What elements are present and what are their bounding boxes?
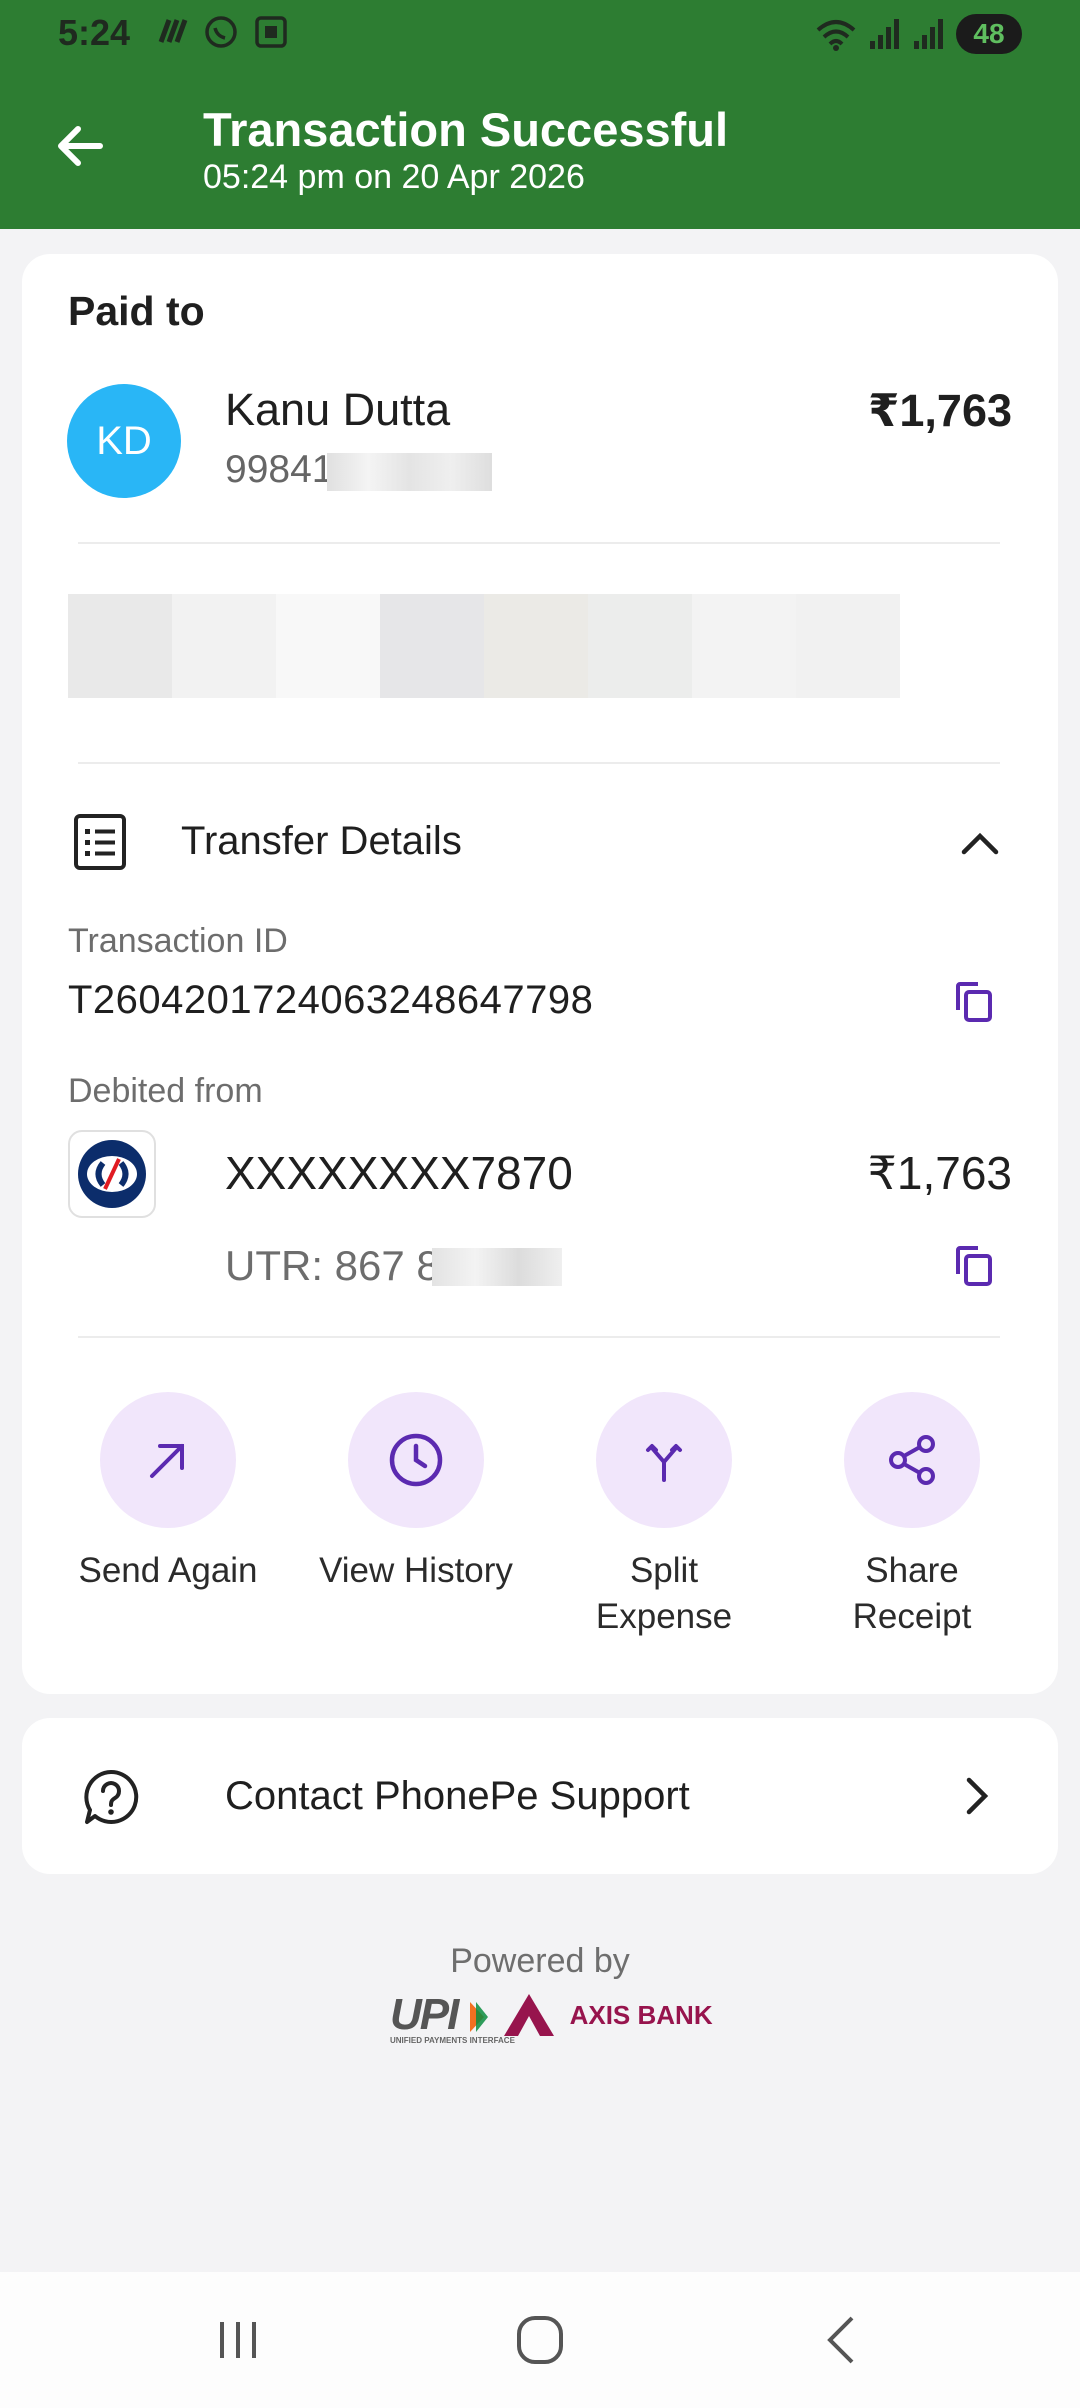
divider [78,762,1000,764]
transaction-id-label: Transaction ID [68,922,288,960]
share-receipt-label: Share Receipt [852,1551,972,1636]
copy-icon[interactable] [952,1244,994,1288]
split-expense-button[interactable]: Split Expense [554,1392,774,1640]
home-icon[interactable] [510,2312,570,2368]
debited-amount: ₹1,763 [867,1147,1012,1199]
view-history-button[interactable]: View History [306,1392,526,1640]
arrow-up-right-icon [150,1444,184,1478]
account-number: XXXXXXXX7870 [225,1147,573,1199]
cell-signal-icon [870,19,899,49]
view-history-circle[interactable] [348,1392,484,1528]
transaction-id-value: T2604201724063248647798 [68,978,594,1022]
back-nav-icon[interactable] [812,2312,872,2368]
upi-arrow-icon [469,2002,488,2033]
chevron-up-icon[interactable] [958,822,1002,866]
system-status: 48 [814,14,1022,54]
partner-logos: UPI UNIFIED PAYMENTS INTERFACE AXIS BANK [390,1990,713,2045]
header-bar: 5:24 48 Transaction Successful 05:24 pm … [0,0,1080,229]
send-again-button[interactable]: Send Again [58,1392,278,1640]
send-again-label: Send Again [78,1551,258,1590]
page-title: Transaction Successful [203,103,729,156]
copy-icon[interactable] [952,980,994,1024]
divider [78,542,1000,544]
upi-logo: UPI UNIFIED PAYMENTS INTERFACE [390,1990,515,2045]
share-receipt-button[interactable]: Share Receipt [802,1392,1022,1640]
system-nav-bar [0,2272,1080,2408]
transaction-timestamp: 05:24 pm on 20 Apr 2026 [203,158,585,196]
transfer-details-title[interactable]: Transfer Details [181,819,462,864]
axis-bank-logo-icon [503,1994,554,2036]
axis-bank-text: AXIS BANK [569,1999,713,2030]
split-expense-label: Split Expense [595,1551,733,1636]
back-arrow-icon[interactable] [54,120,106,172]
signal-activity-icon [158,19,188,43]
debited-from-label: Debited from [68,1072,263,1110]
help-circle-icon [84,1769,139,1824]
payee-amount: ₹1,763 [868,385,1012,436]
wifi-icon [816,20,856,51]
divider [78,1336,1000,1338]
payee-name: Kanu Dutta [225,384,451,435]
clock-icon [389,1433,443,1487]
contact-support-label[interactable]: Contact PhonePe Support [225,1774,690,1819]
status-bar: 5:24 48 [0,0,1080,70]
chevron-right-icon[interactable] [954,1774,998,1818]
action-buttons: Send Again View History Split Expense Sh… [44,1392,1036,1640]
powered-by-label: Powered by [450,1942,630,1980]
paid-to-label: Paid to [68,288,205,334]
send-again-circle[interactable] [100,1392,236,1528]
screenshot-icon [255,16,287,48]
support-row[interactable]: Contact PhonePe Support [22,1718,1058,1874]
status-time: 5:24 [58,12,131,53]
share-icon [889,1435,935,1485]
redacted-vpa-blur [327,453,492,491]
upi-logo-text: UPI [390,1990,459,2039]
redacted-utr-blur [432,1248,562,1286]
split-expense-circle[interactable] [596,1392,732,1528]
bank-logo [68,1130,156,1218]
notification-icons [155,14,289,50]
redacted-banner [68,594,900,706]
recent-apps-icon[interactable] [208,2312,268,2368]
cell-signal-2-icon [914,19,943,49]
avatar: KD [67,384,181,498]
view-history-label: View History [319,1551,513,1590]
share-receipt-circle[interactable] [844,1392,980,1528]
kotak-bank-logo-icon [78,1140,146,1208]
receipt-list-icon [74,814,126,870]
battery-indicator: 48 [956,14,1022,54]
transaction-card: Paid to KD Kanu Dutta 99841 mbk ₹1,763 T… [22,254,1058,1694]
upi-subtitle: UNIFIED PAYMENTS INTERFACE [390,2036,515,2045]
split-icon [646,1444,682,1482]
whatsapp-icon [205,16,237,48]
